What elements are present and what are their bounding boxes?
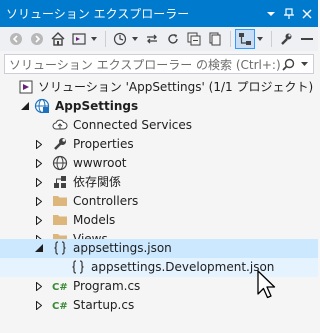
tree-item-label: appsettings.json: [73, 241, 172, 255]
chevron-down-icon[interactable]: [90, 29, 98, 49]
web-project-icon: [34, 98, 50, 114]
wrench-icon: [52, 136, 68, 152]
toolbar: [0, 27, 318, 51]
tree-item-label: wwwroot: [73, 156, 127, 170]
preview-selected-items-icon[interactable]: [297, 29, 317, 49]
tree-item-label: Startup.cs: [73, 298, 135, 312]
sync-with-active-document-icon[interactable]: [235, 29, 255, 49]
collapsed-arrow-icon[interactable]: [34, 215, 44, 225]
collapsed-arrow-icon[interactable]: [34, 300, 44, 310]
dropdown-icon[interactable]: [264, 7, 278, 21]
tree-item-label: ソリューション 'AppSettings' (1/1 プロジェクト): [38, 80, 314, 94]
collapsed-arrow-icon[interactable]: [34, 177, 44, 187]
collapsed-arrow-icon[interactable]: [34, 281, 44, 291]
toolbar-separator: [105, 31, 106, 47]
tree-item-label: Properties: [73, 137, 134, 151]
home-icon[interactable]: [48, 29, 68, 49]
json-file-icon: [52, 240, 68, 256]
chevron-down-icon[interactable]: [256, 29, 264, 49]
json-file-icon: [70, 259, 86, 275]
toolbar-separator: [230, 31, 231, 47]
search-box[interactable]: ソリューション エクスプローラー の検索 (Ctrl+:): [4, 54, 314, 74]
collapsed-arrow-icon[interactable]: [34, 158, 44, 168]
refresh-icon[interactable]: [163, 29, 183, 49]
search-input[interactable]: ソリューション エクスプローラー の検索 (Ctrl+:): [5, 56, 281, 73]
folder-icon: [52, 212, 68, 228]
globe-icon: [52, 155, 68, 171]
tree-item-label: Controllers: [73, 194, 139, 208]
collapse-all-icon[interactable]: [184, 29, 204, 49]
tree-item-project[interactable]: AppSettings: [0, 97, 318, 116]
tree-item-appsettings-json-content[interactable]: appsettings.json: [0, 239, 318, 258]
tree-item-label: Program.cs: [73, 279, 141, 293]
tree-item-controllers[interactable]: Controllers: [0, 192, 318, 211]
tree-item-label: appsettings.Development.json: [91, 260, 275, 274]
tree-item-connected-services[interactable]: Connected Services: [0, 116, 318, 135]
tree-item-models[interactable]: Models: [0, 211, 318, 230]
search-icon[interactable]: [281, 55, 297, 73]
expanded-arrow-icon[interactable]: [34, 243, 44, 253]
tree-item-wwwroot[interactable]: wwwroot: [0, 154, 318, 173]
back-icon[interactable]: [6, 29, 26, 49]
tree-item-label: 依存関係: [73, 175, 122, 189]
folder-icon: [52, 193, 68, 209]
expanded-arrow-icon[interactable]: [20, 101, 30, 111]
tree-item-dependencies[interactable]: 依存関係: [0, 173, 318, 192]
sync-icon[interactable]: [142, 29, 162, 49]
chevron-down-icon[interactable]: [131, 29, 139, 49]
dependencies-icon: [52, 174, 68, 190]
csharp-file-icon: C#: [52, 278, 68, 294]
close-icon[interactable]: [300, 7, 314, 21]
collapsed-arrow-icon[interactable]: [34, 196, 44, 206]
collapsed-arrow-icon[interactable]: [34, 139, 44, 149]
window-title: ソリューション エクスプローラー: [6, 7, 190, 21]
solution-icon: [18, 79, 34, 95]
pin-icon[interactable]: [282, 7, 296, 21]
title-bar: ソリューション エクスプローラー: [0, 0, 318, 27]
search-options-chevron-down-icon[interactable]: [297, 55, 313, 73]
show-all-files-icon[interactable]: [205, 29, 225, 49]
tree-item-properties[interactable]: Properties: [0, 135, 318, 154]
mouse-cursor-icon: [257, 270, 276, 299]
forward-icon[interactable]: [27, 29, 47, 49]
toolbar-separator: [271, 31, 272, 47]
svg-text:C#: C#: [52, 301, 68, 312]
tree-item-solution[interactable]: ソリューション 'AppSettings' (1/1 プロジェクト): [0, 78, 318, 97]
csharp-file-icon: C#: [52, 297, 68, 313]
tree-item-label: Connected Services: [73, 118, 193, 132]
vs-projects-icon[interactable]: [69, 29, 89, 49]
properties-wrench-icon[interactable]: [276, 29, 296, 49]
pending-changes-icon[interactable]: [110, 29, 130, 49]
tree-item-label: AppSettings: [55, 99, 139, 113]
cloud-icon: [52, 117, 68, 133]
svg-text:C#: C#: [52, 282, 68, 293]
tree-item-label: Models: [73, 213, 116, 227]
